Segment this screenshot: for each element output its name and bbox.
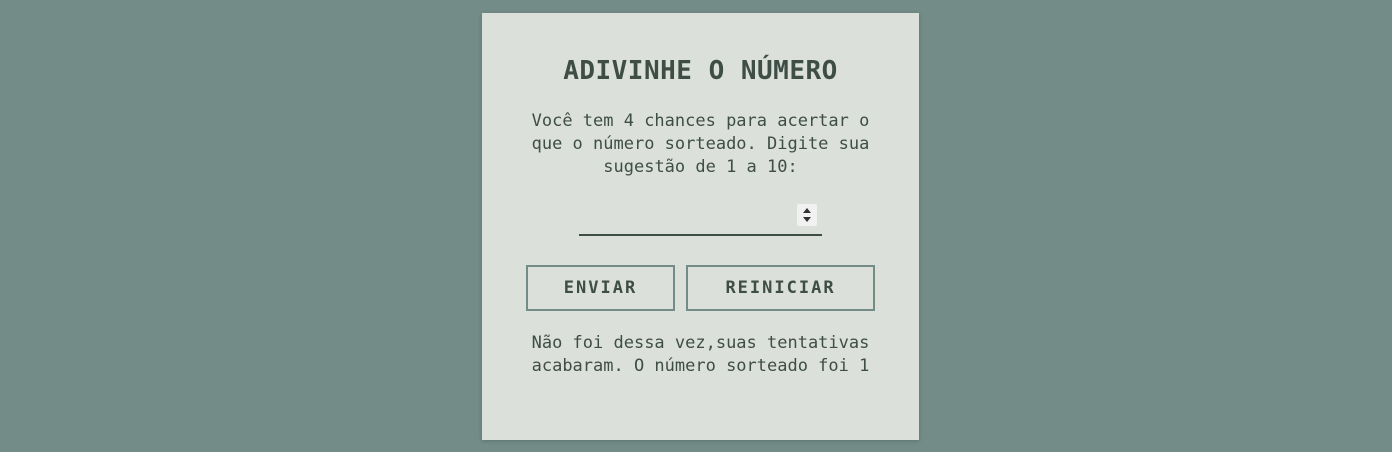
restart-button[interactable]: REINICIAR: [686, 265, 875, 311]
page-title: ADIVINHE O NÚMERO: [563, 56, 838, 86]
guess-input-container: [579, 203, 822, 236]
guess-input[interactable]: [579, 203, 822, 234]
instructions-text: Você tem 4 chances para acertar o que o …: [531, 111, 870, 177]
result-message: Não foi dessa vez,suas tentativas acabar…: [531, 333, 870, 376]
send-button[interactable]: ENVIAR: [526, 265, 675, 311]
game-card: ADIVINHE O NÚMERO Você tem 4 chances par…: [482, 13, 919, 440]
up-down-spinner-icon[interactable]: [797, 204, 817, 226]
